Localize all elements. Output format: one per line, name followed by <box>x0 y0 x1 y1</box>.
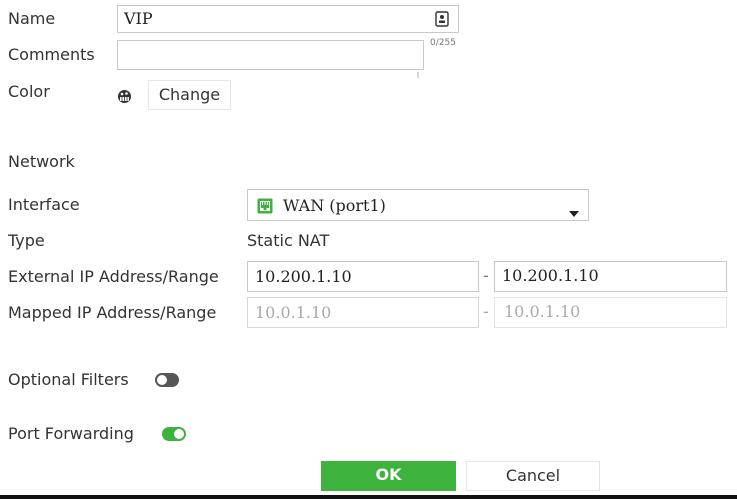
id-card-icon[interactable] <box>435 11 449 31</box>
name-input[interactable]: VIP <box>117 5 459 33</box>
toggle-knob <box>174 429 184 439</box>
mapped-range-separator: - <box>483 302 489 321</box>
external-range-separator: - <box>483 266 489 285</box>
port-forwarding-label: Port Forwarding <box>8 424 134 443</box>
palette-icon <box>117 89 132 108</box>
mapped-ip-end-input[interactable]: 10.0.1.10 <box>494 297 727 328</box>
mapped-ip-end-value: 10.0.1.10 <box>504 302 581 321</box>
toggle-knob <box>157 375 167 385</box>
external-ip-start-input[interactable]: 10.200.1.10 <box>247 261 479 292</box>
optional-filters-toggle[interactable] <box>155 373 179 387</box>
caret-down-icon[interactable] <box>569 202 579 221</box>
network-port-icon <box>257 198 273 218</box>
type-value: Static NAT <box>247 231 330 250</box>
port-forwarding-toggle[interactable] <box>162 427 186 441</box>
external-ip-end-input[interactable]: 10.200.1.10 <box>494 261 727 292</box>
color-label: Color <box>8 82 50 101</box>
type-label: Type <box>8 231 45 250</box>
optional-filters-label: Optional Filters <box>8 370 129 389</box>
comments-char-counter: 0/255 <box>430 38 456 48</box>
comments-textarea[interactable] <box>117 40 424 78</box>
interface-dropdown-value: WAN (port1) <box>283 196 386 215</box>
interface-dropdown[interactable]: WAN (port1) <box>247 189 589 221</box>
mapped-ip-start-input[interactable]: 10.0.1.10 <box>247 297 479 328</box>
external-ip-end-value: 10.200.1.10 <box>502 266 599 285</box>
cancel-button[interactable]: Cancel <box>466 461 600 491</box>
resize-grip-icon[interactable] <box>416 63 420 78</box>
mapped-ip-start-value: 10.0.1.10 <box>255 303 332 322</box>
interface-label: Interface <box>8 195 80 214</box>
window-bottom-border <box>0 495 737 499</box>
ok-button[interactable]: OK <box>321 461 456 491</box>
mapped-ip-label: Mapped IP Address/Range <box>8 303 217 322</box>
network-section-title: Network <box>8 152 75 171</box>
comments-label: Comments <box>8 45 95 64</box>
name-label: Name <box>8 9 56 28</box>
external-ip-start-value: 10.200.1.10 <box>255 267 352 286</box>
color-change-button[interactable]: Change <box>148 80 231 110</box>
external-ip-label: External IP Address/Range <box>8 267 219 286</box>
name-input-value: VIP <box>124 9 153 28</box>
